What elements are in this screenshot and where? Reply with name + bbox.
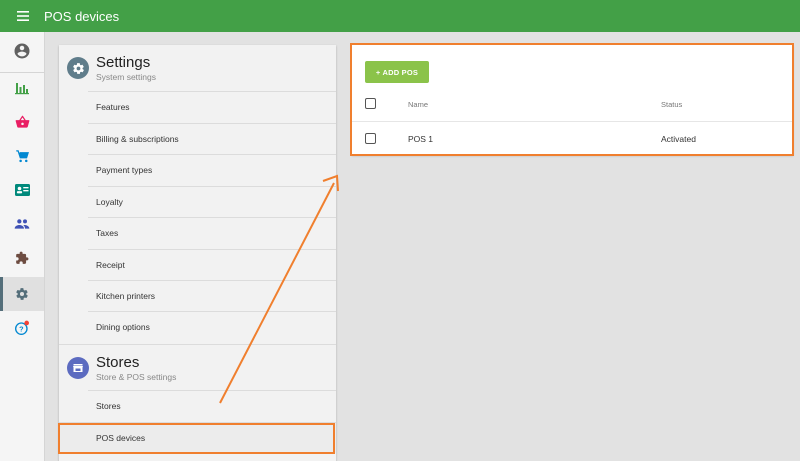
menu-item-receipt[interactable]: Receipt [88, 249, 336, 280]
nav-settings[interactable] [0, 277, 44, 311]
menu-item-label: Loyalty [96, 197, 123, 207]
menu-item-kitchen-printers[interactable]: Kitchen printers [88, 280, 336, 311]
menu-item-dining-options[interactable]: Dining options [88, 311, 336, 342]
highlight-box-pos-devices [58, 423, 335, 454]
gear-icon [72, 62, 84, 74]
basket-icon [15, 115, 29, 128]
menu-item-label: Features [96, 102, 130, 112]
hamburger-menu-button[interactable] [0, 11, 45, 21]
menu-item-label: Stores [96, 401, 121, 411]
menu-item-label: Taxes [96, 228, 119, 238]
cart-icon [15, 149, 29, 162]
settings-section-icon [67, 57, 89, 79]
nav-help[interactable]: ? [0, 311, 44, 345]
gear-icon [16, 288, 28, 300]
nav-customers[interactable] [0, 173, 44, 207]
people-icon [14, 219, 30, 229]
help-icon: ? [15, 320, 29, 335]
account-circle-icon [14, 43, 30, 59]
nav-account[interactable] [0, 34, 44, 68]
menu-item-label: Payment types [96, 165, 153, 175]
hamburger-icon [16, 11, 29, 21]
top-app-bar: POS devices [0, 0, 800, 32]
menu-item-label: Billing & subscriptions [96, 134, 179, 144]
menu-item-payment-types[interactable]: Payment types [88, 154, 336, 185]
settings-section-subtitle: System settings [96, 72, 156, 82]
settings-section-header: Settings System settings [59, 45, 336, 91]
menu-item-billing[interactable]: Billing & subscriptions [88, 123, 336, 154]
stores-section-header: Stores Store & POS settings [59, 344, 336, 390]
highlight-box-pos-table [350, 43, 794, 156]
stores-section-icon [67, 357, 89, 379]
stores-section-title: Stores [96, 354, 140, 371]
store-icon [73, 364, 83, 372]
stores-section-subtitle: Store & POS settings [96, 372, 177, 382]
menu-item-label: Kitchen printers [96, 291, 156, 301]
settings-menu-panel: Settings System settings Features Billin… [59, 45, 336, 461]
left-nav-rail: ? [0, 32, 45, 461]
id-card-icon [14, 184, 30, 196]
page-title: POS devices [44, 8, 120, 24]
svg-text:?: ? [19, 324, 24, 333]
puzzle-icon [16, 251, 29, 264]
nav-items[interactable] [0, 139, 44, 173]
nav-integrations[interactable] [0, 241, 44, 275]
menu-item-features[interactable]: Features [88, 91, 336, 122]
nav-reports[interactable] [0, 71, 44, 105]
bar-chart-icon [15, 83, 29, 95]
settings-section-title: Settings [96, 54, 151, 71]
nav-sales[interactable] [0, 105, 44, 139]
menu-item-loyalty[interactable]: Loyalty [88, 186, 336, 217]
nav-employees[interactable] [0, 207, 44, 241]
menu-item-label: Receipt [96, 260, 125, 270]
menu-item-stores[interactable]: Stores [88, 390, 336, 421]
menu-item-taxes[interactable]: Taxes [88, 217, 336, 248]
menu-item-label: Dining options [96, 322, 150, 332]
